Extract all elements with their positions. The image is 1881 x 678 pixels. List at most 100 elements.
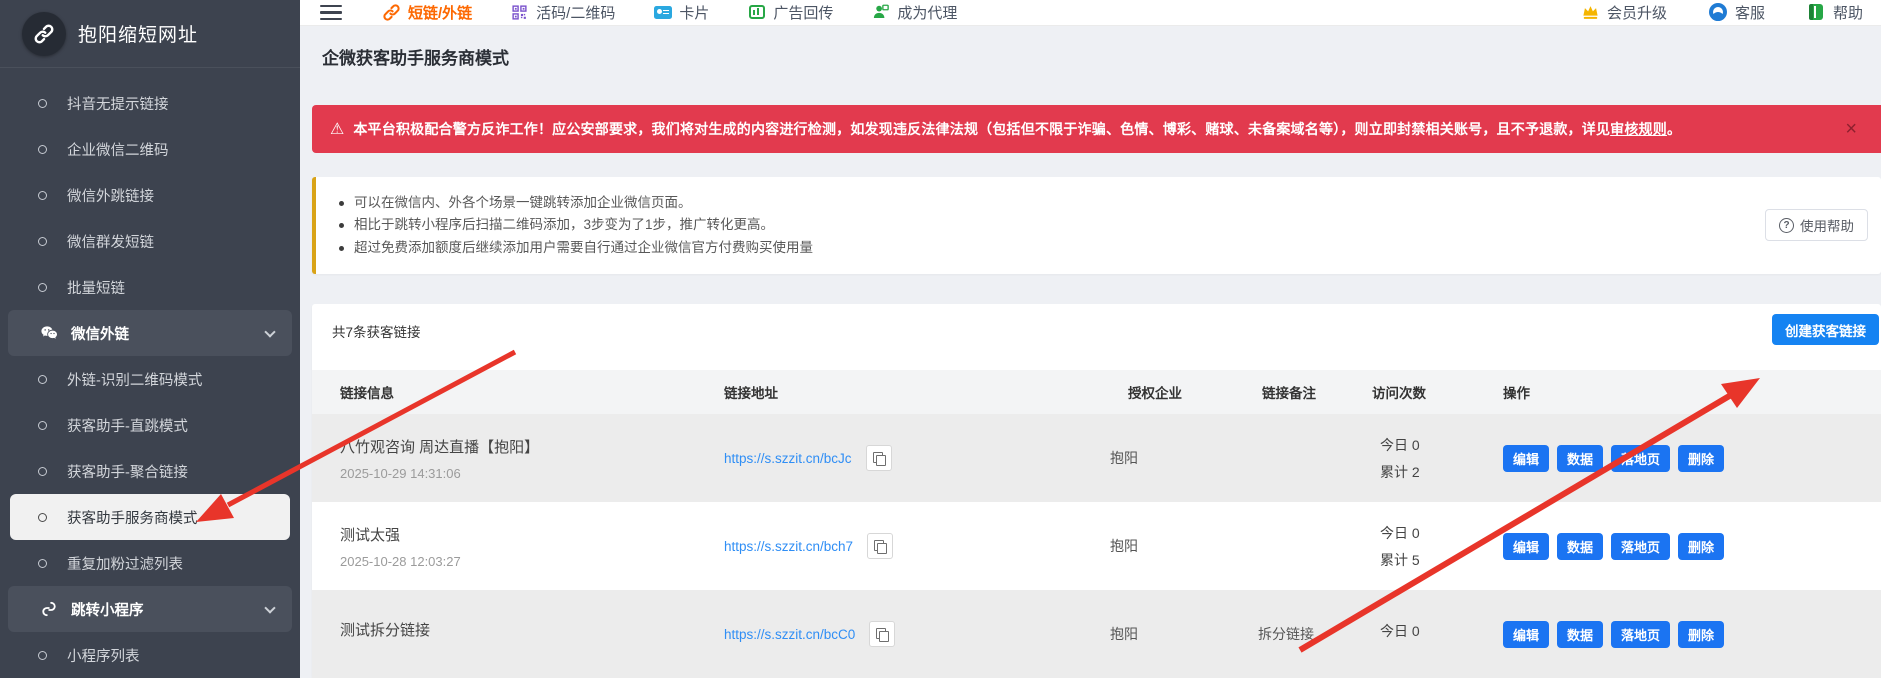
circle-bullet-icon (38, 651, 47, 660)
alert-banner: ⚠ 本平台积极配合警方反诈工作！应公安部要求，我们将对生成的内容进行检测，如发现… (312, 105, 1881, 153)
sidebar-item-label: 批量短链 (67, 277, 125, 298)
circle-bullet-icon (38, 191, 47, 200)
sidebar-item-label: 获客助手-聚合链接 (67, 461, 188, 482)
copy-icon[interactable] (866, 445, 892, 471)
chevron-down-icon (264, 602, 275, 613)
circle-bullet-icon (38, 99, 47, 108)
usage-help-button[interactable]: ? 使用帮助 (1765, 209, 1868, 241)
edit-button[interactable]: 编辑 (1503, 533, 1549, 560)
delete-button[interactable]: 删除 (1678, 621, 1724, 648)
table-row: 八竹观咨询 周达直播【抱阳】 2025-10-29 14:31:06 https… (312, 414, 1881, 502)
warning-icon: ⚠ (330, 119, 344, 138)
delete-button[interactable]: 删除 (1678, 533, 1724, 560)
data-button[interactable]: 数据 (1557, 621, 1603, 648)
tips-card: 可以在微信内、外各个场景一键跳转添加企业微信页面。 相比于跳转小程序后扫描二维码… (312, 177, 1881, 274)
sidebar-item-label: 重复加粉过滤列表 (67, 553, 183, 574)
circle-bullet-icon (38, 513, 47, 522)
data-button[interactable]: 数据 (1557, 445, 1603, 472)
sidebar-item[interactable]: 企业微信二维码 (0, 126, 300, 172)
company-cell: 抱阳 (1110, 448, 1256, 468)
sidebar-item-label: 抖音无提示链接 (67, 93, 169, 114)
circle-bullet-icon (38, 467, 47, 476)
tip-item: 超过免费添加额度后继续添加用户需要自行通过企业微信官方付费购买使用量 (316, 237, 1859, 259)
data-button[interactable]: 数据 (1557, 533, 1603, 560)
sidebar-item[interactable]: 小程序列表 (0, 632, 300, 678)
link-created-date: 2025-10-29 14:31:06 (340, 466, 724, 481)
top-right-item[interactable]: 会员升级 (1581, 2, 1667, 23)
topbar-right: 会员升级 客服 帮助 (1581, 2, 1871, 23)
app-title: 抱阳缩短网址 (78, 20, 198, 47)
sidebar-item[interactable]: 重复加粉过滤列表 (0, 540, 300, 586)
company-cell: 抱阳 (1110, 624, 1256, 644)
book-icon (1807, 3, 1826, 22)
chevron-down-icon (264, 326, 275, 337)
circle-bullet-icon (38, 421, 47, 430)
delete-button[interactable]: 删除 (1678, 445, 1724, 472)
short-url-link[interactable]: https://s.szzit.cn/bcC0 (724, 627, 855, 642)
sidebar-item-label: 微信群发短链 (67, 231, 154, 252)
sidebar-item[interactable]: 微信群发短链 (0, 218, 300, 264)
sidebar-item-label: 微信外跳链接 (67, 185, 154, 206)
sidebar-item[interactable]: 抖音无提示链接 (0, 80, 300, 126)
top-right-item[interactable]: 帮助 (1807, 2, 1863, 23)
card-icon (653, 3, 672, 22)
review-rules-link[interactable]: 审核规则 (1610, 121, 1667, 137)
sidebar-item[interactable]: 外链-识别二维码模式 (0, 356, 300, 402)
sidebar-item-label: 获客助手-直跳模式 (67, 415, 188, 436)
edit-button[interactable]: 编辑 (1503, 445, 1549, 472)
logo (22, 12, 66, 56)
visits-today: 今日 0 (1380, 621, 1503, 641)
top-nav-item[interactable]: 成为代理 (871, 2, 957, 23)
company-cell: 抱阳 (1110, 536, 1256, 556)
top-nav-item[interactable]: 活码/二维码 (510, 2, 615, 23)
sidebar-item[interactable]: 获客助手-聚合链接 (0, 448, 300, 494)
sidebar-item-label: 跳转小程序 (71, 599, 144, 620)
sidebar-item-label: 微信外链 (71, 323, 129, 344)
copy-icon[interactable] (867, 533, 893, 559)
usage-help-label: 使用帮助 (1800, 215, 1854, 235)
sidebar-item[interactable]: 微信外跳链接 (0, 172, 300, 218)
top-nav-item[interactable]: 卡片 (653, 2, 709, 23)
link-created-date: 2025-10-28 12:03:27 (340, 554, 724, 569)
top-nav-item[interactable]: 广告回传 (747, 2, 833, 23)
top-nav-label: 短链/外链 (408, 2, 472, 23)
sidebar: 抱阳缩短网址 抖音无提示链接 企业微信二维码 (0, 0, 300, 678)
sidebar-item-label: 外链-识别二维码模式 (67, 369, 202, 390)
top-right-label: 客服 (1735, 2, 1765, 23)
ad-icon (747, 3, 766, 22)
list-summary: 共7条获客链接 (332, 321, 421, 341)
col-visits: 访问次数 (1372, 382, 1503, 402)
tips-list: 可以在微信内、外各个场景一键跳转添加企业微信页面。 相比于跳转小程序后扫描二维码… (316, 192, 1859, 259)
page-title: 企微获客助手服务商模式 (322, 44, 1881, 69)
edit-button[interactable]: 编辑 (1503, 621, 1549, 648)
top-nav-item[interactable]: 短链/外链 (382, 2, 472, 23)
crown-icon (1581, 3, 1600, 22)
sidebar-item[interactable]: 批量短链 (0, 264, 300, 310)
col-link-info: 链接信息 (340, 382, 724, 402)
sidebar-item-label: 获客助手服务商模式 (67, 507, 198, 528)
qr-icon (510, 3, 529, 22)
top-nav-label: 成为代理 (897, 2, 957, 23)
sidebar-item[interactable]: 跳转小程序 (8, 586, 292, 632)
tip-item: 相比于跳转小程序后扫描二维码添加，3步变为了1步，推广转化更高。 (316, 214, 1859, 236)
landing-page-button[interactable]: 落地页 (1611, 533, 1670, 560)
create-link-button[interactable]: 创建获客链接 (1772, 314, 1879, 345)
circle-bullet-icon (38, 559, 47, 568)
sidebar-item[interactable]: 获客助手服务商模式 (10, 494, 290, 540)
service-icon (1709, 3, 1728, 22)
sidebar-item[interactable]: 获客助手-直跳模式 (0, 402, 300, 448)
links-table-card: 共7条获客链接 创建获客链接 链接信息 链接地址 授权企业 链接备注 访问次数 … (312, 304, 1881, 678)
close-icon[interactable]: × (1845, 119, 1857, 139)
topbar: 短链/外链 活码/二维码 卡片 广告回传 (300, 0, 1881, 26)
landing-page-button[interactable]: 落地页 (1611, 445, 1670, 472)
top-right-label: 帮助 (1833, 2, 1863, 23)
copy-icon[interactable] (869, 621, 895, 647)
sidebar-item[interactable]: 微信外链 (8, 310, 292, 356)
top-right-item[interactable]: 客服 (1709, 2, 1765, 23)
short-url-link[interactable]: https://s.szzit.cn/bcJc (724, 451, 852, 466)
hamburger-menu-icon[interactable] (320, 5, 342, 20)
landing-page-button[interactable]: 落地页 (1611, 621, 1670, 648)
short-url-link[interactable]: https://s.szzit.cn/bch7 (724, 539, 853, 554)
sidebar-item-label: 小程序列表 (67, 645, 140, 666)
sidebar-menu: 抖音无提示链接 企业微信二维码 微信外跳链接 (0, 68, 300, 678)
